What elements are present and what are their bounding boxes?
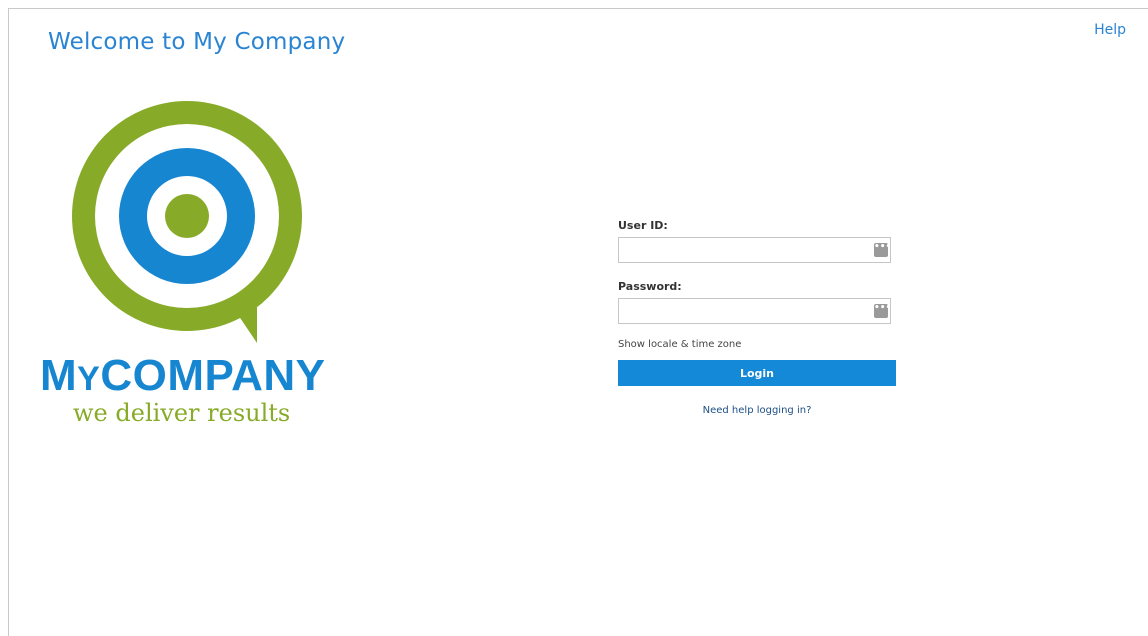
password-input[interactable] (623, 300, 867, 324)
logo-name-rest: COMPANY (100, 351, 326, 400)
user-id-keyboard-icon[interactable]: ••• (874, 243, 891, 257)
user-id-label: User ID: (618, 219, 668, 232)
user-id-input[interactable] (623, 239, 867, 263)
login-button[interactable]: Login (618, 360, 896, 386)
logo-name-prefix: M (40, 351, 78, 400)
logo-target-icon (72, 101, 302, 343)
password-group: Password: ••• (618, 280, 898, 324)
logo-name-small: Y (77, 360, 101, 398)
company-logo-icon (72, 101, 302, 343)
password-label: Password: (618, 280, 682, 293)
show-locale-link[interactable]: Show locale & time zone (618, 339, 898, 350)
password-field-wrapper: ••• (618, 298, 891, 324)
page-title: Welcome to My Company (48, 29, 346, 55)
help-link[interactable]: Help (1094, 22, 1126, 38)
logo-tagline: we deliver results (73, 399, 291, 427)
logo-center-dot (165, 194, 209, 238)
user-id-field-wrapper: ••• (618, 237, 891, 263)
user-id-group: User ID: ••• (618, 219, 898, 263)
logo-company-name: MYCOMPANY (40, 354, 336, 401)
password-keyboard-icon[interactable]: ••• (874, 304, 891, 318)
login-form: User ID: ••• Password: ••• Show locale &… (618, 219, 898, 416)
need-help-link[interactable]: Need help logging in? (618, 405, 896, 416)
